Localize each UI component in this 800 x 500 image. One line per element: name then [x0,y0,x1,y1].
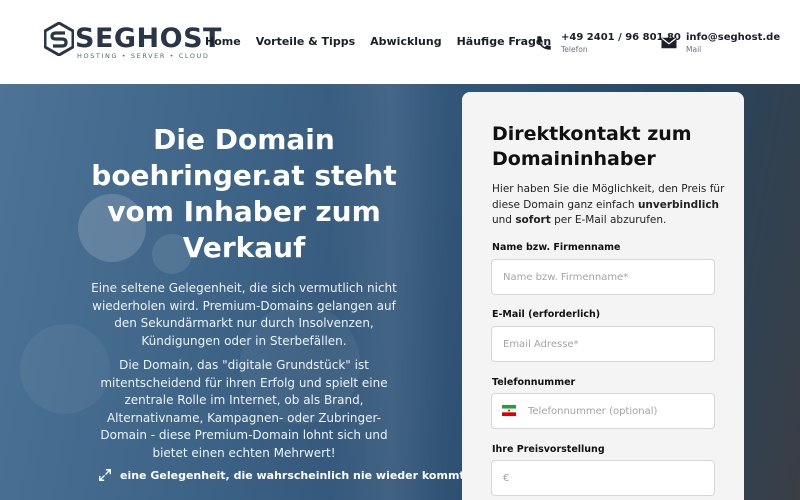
mail-address: info@seghost.de [686,32,781,43]
expand-arrows-icon [99,469,111,481]
mail-icon [661,37,677,49]
site-header: SEGHOST HOSTING • SERVER • CLOUD Home Vo… [0,0,800,84]
intro-text: und [492,214,516,226]
seghost-logo-icon [44,22,74,56]
phone-field-wrapper [491,393,715,429]
nav-abwicklung[interactable]: Abwicklung [370,35,441,48]
contact-mail[interactable]: info@seghost.de Mail [660,32,780,56]
name-input[interactable] [491,259,715,295]
form-title: Direktkontakt zum Domaininhaber [492,123,692,170]
phone-icon [537,36,551,50]
email-label: E-Mail (erforderlich) [492,309,601,320]
logo-wordmark: SEGHOST [75,23,222,54]
hero-paragraph-2: Die Domain, das "digitale Grundstück" is… [100,358,388,460]
price-input[interactable] [491,460,715,496]
nav-vorteile-tipps[interactable]: Vorteile & Tipps [256,35,355,48]
hero-feature-item: eine Gelegenheit, die wahrscheinlich nie… [98,468,465,482]
price-label: Ihre Preisvorstellung [492,444,605,455]
intro-bold-unverbindlich: unverbindlich [637,198,720,211]
seghost-logo[interactable]: SEGHOST HOSTING • SERVER • CLOUD [44,22,221,62]
phone-input[interactable] [491,393,715,429]
nav-home[interactable]: Home [205,35,241,48]
mail-label: Mail [686,45,702,54]
logo-tagline: HOSTING • SERVER • CLOUD [77,52,210,60]
contact-form-panel: Direktkontakt zum Domaininhaber Hier hab… [462,92,744,500]
form-intro: Hier haben Sie die Möglichkeit, den Prei… [492,182,732,229]
name-label: Name bzw. Firmenname [492,242,621,253]
intro-text: per E-Mail abzurufen. [550,214,667,226]
hero-paragraph-1: Eine seltene Gelegenheit, die sich vermu… [91,281,397,348]
main-nav: Home Vorteile & Tipps Abwicklung Häufige… [205,35,551,48]
phone-field-label: Telefonnummer [492,377,576,388]
country-flag-icon[interactable] [502,405,516,416]
hero-feature-text: eine Gelegenheit, die wahrscheinlich nie… [120,468,465,482]
email-input[interactable] [491,326,715,362]
hero-title: Die Domain boehringer.at steht vom Inhab… [91,123,397,264]
intro-bold-sofort: sofort [515,214,551,226]
